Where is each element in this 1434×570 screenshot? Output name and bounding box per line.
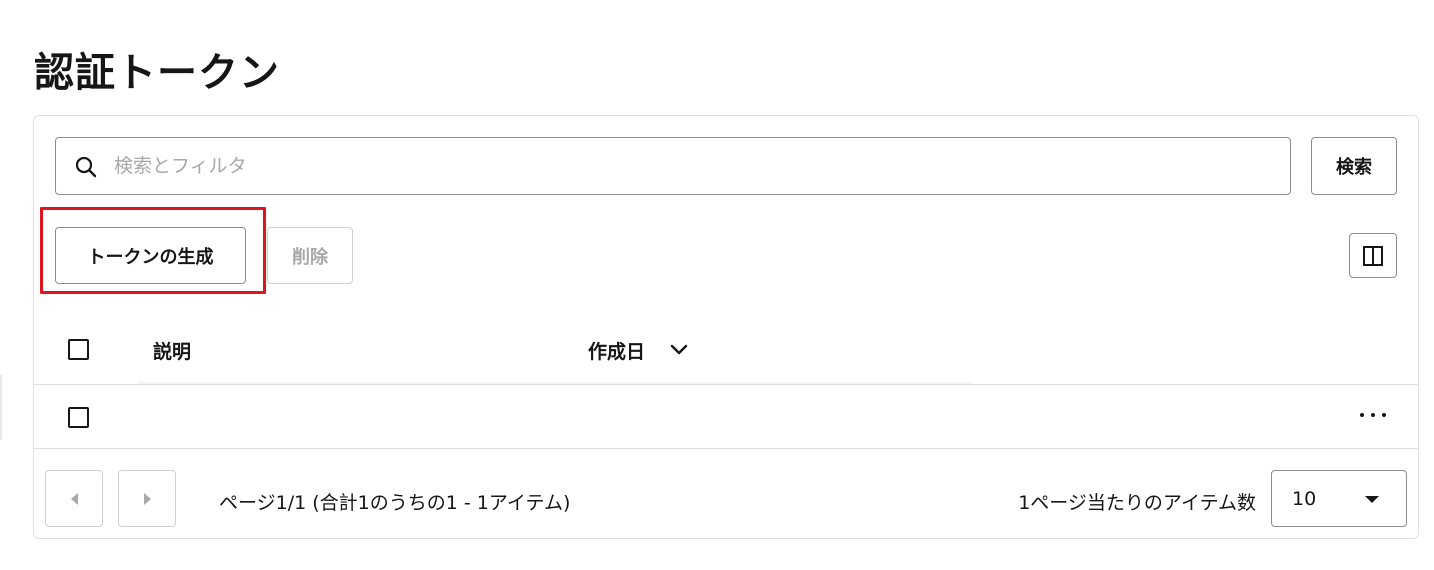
previous-page-button[interactable]: [45, 470, 103, 527]
caret-left-icon: [70, 492, 78, 505]
select-all-checkbox[interactable]: [68, 339, 89, 360]
delete-button[interactable]: 削除: [267, 227, 353, 284]
search-button[interactable]: 検索: [1311, 137, 1397, 195]
table-header-row: 説明 作成日: [34, 316, 1418, 384]
column-header-description[interactable]: 説明: [153, 337, 191, 364]
caret-right-icon: [143, 492, 151, 505]
tokens-panel: 検索 トークンの生成 削除 説明 作成日 ページ1/1 (合計1のうちの1 - …: [33, 115, 1419, 539]
column-header-created[interactable]: 作成日: [588, 337, 645, 364]
table-row[interactable]: [34, 384, 1418, 449]
chevron-down-icon[interactable]: [670, 344, 688, 356]
overflow-menu-icon[interactable]: [1360, 405, 1386, 425]
search-icon: [75, 156, 97, 178]
items-per-page-value: 10: [1292, 488, 1317, 510]
items-per-page-label: 1ページ当たりのアイテム数: [1018, 492, 1256, 514]
search-field[interactable]: [55, 137, 1291, 195]
column-settings-button[interactable]: [1349, 233, 1397, 278]
page-title: 認証トークン: [34, 50, 280, 96]
columns-icon: [1363, 245, 1383, 266]
pagination-status: ページ1/1 (合計1のうちの1 - 1アイテム): [219, 492, 571, 514]
generate-token-button[interactable]: トークンの生成: [55, 227, 246, 284]
caret-down-icon: [1365, 496, 1379, 503]
row-checkbox[interactable]: [68, 407, 89, 428]
next-page-button[interactable]: [118, 470, 176, 527]
window-edge: [0, 375, 2, 440]
items-per-page-select[interactable]: 10: [1271, 470, 1407, 527]
search-input[interactable]: [114, 138, 1274, 194]
